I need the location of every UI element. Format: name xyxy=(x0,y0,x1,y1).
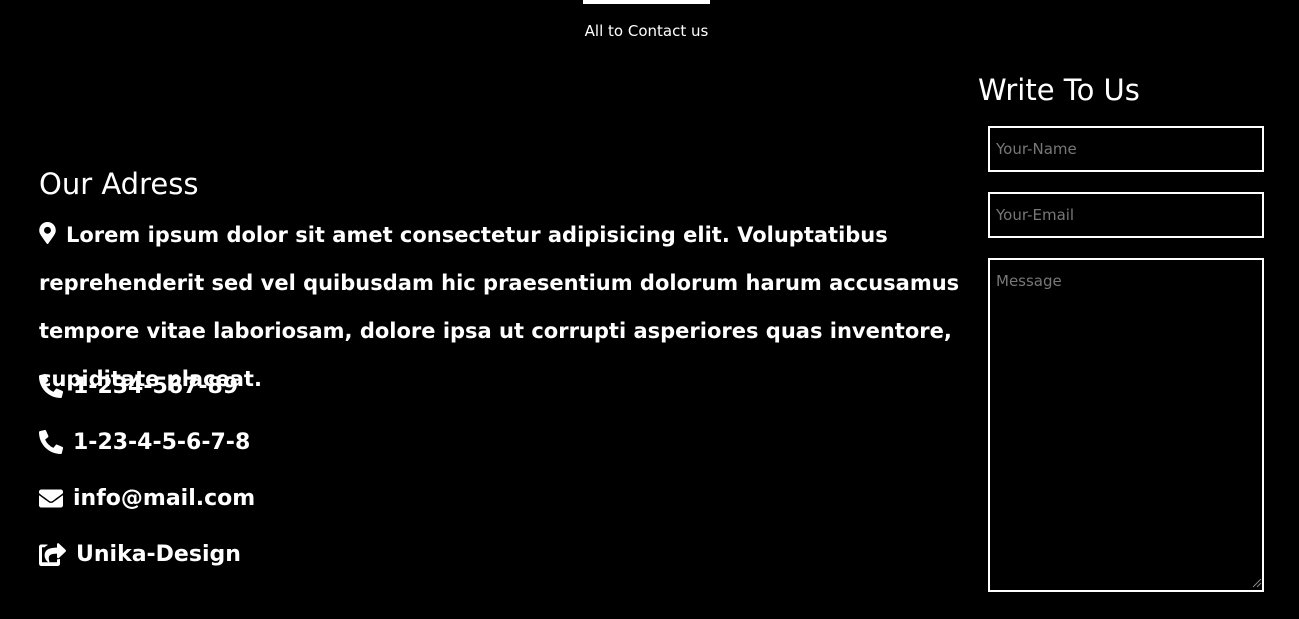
form-title: Write To Us xyxy=(978,73,1140,107)
website-line: Unika-Design xyxy=(39,537,241,571)
resize-grip-icon[interactable] xyxy=(1252,578,1262,588)
phone-line-1: 1-234-567-89 xyxy=(39,369,238,403)
address-title: Our Adress xyxy=(39,167,199,201)
page-subtitle: All to Contact us xyxy=(584,22,709,40)
phone-line-2: 1-23-4-5-6-7-8 xyxy=(39,425,250,459)
share-square-icon xyxy=(39,542,66,566)
header-underline xyxy=(583,0,710,4)
phone-icon xyxy=(39,430,63,454)
message-textarea[interactable] xyxy=(988,258,1264,592)
phone-text-2[interactable]: 1-23-4-5-6-7-8 xyxy=(73,430,250,455)
address-text: Lorem ipsum dolor sit amet consectetur a… xyxy=(39,223,960,391)
email-line: info@mail.com xyxy=(39,481,255,515)
phone-icon xyxy=(39,374,63,398)
phone-text-1[interactable]: 1-234-567-89 xyxy=(73,374,238,399)
email-input[interactable] xyxy=(988,192,1264,238)
map-marker-icon xyxy=(39,222,56,244)
email-text[interactable]: info@mail.com xyxy=(73,486,255,511)
envelope-icon xyxy=(39,489,63,508)
name-input[interactable] xyxy=(988,126,1264,172)
website-text[interactable]: Unika-Design xyxy=(76,542,241,567)
